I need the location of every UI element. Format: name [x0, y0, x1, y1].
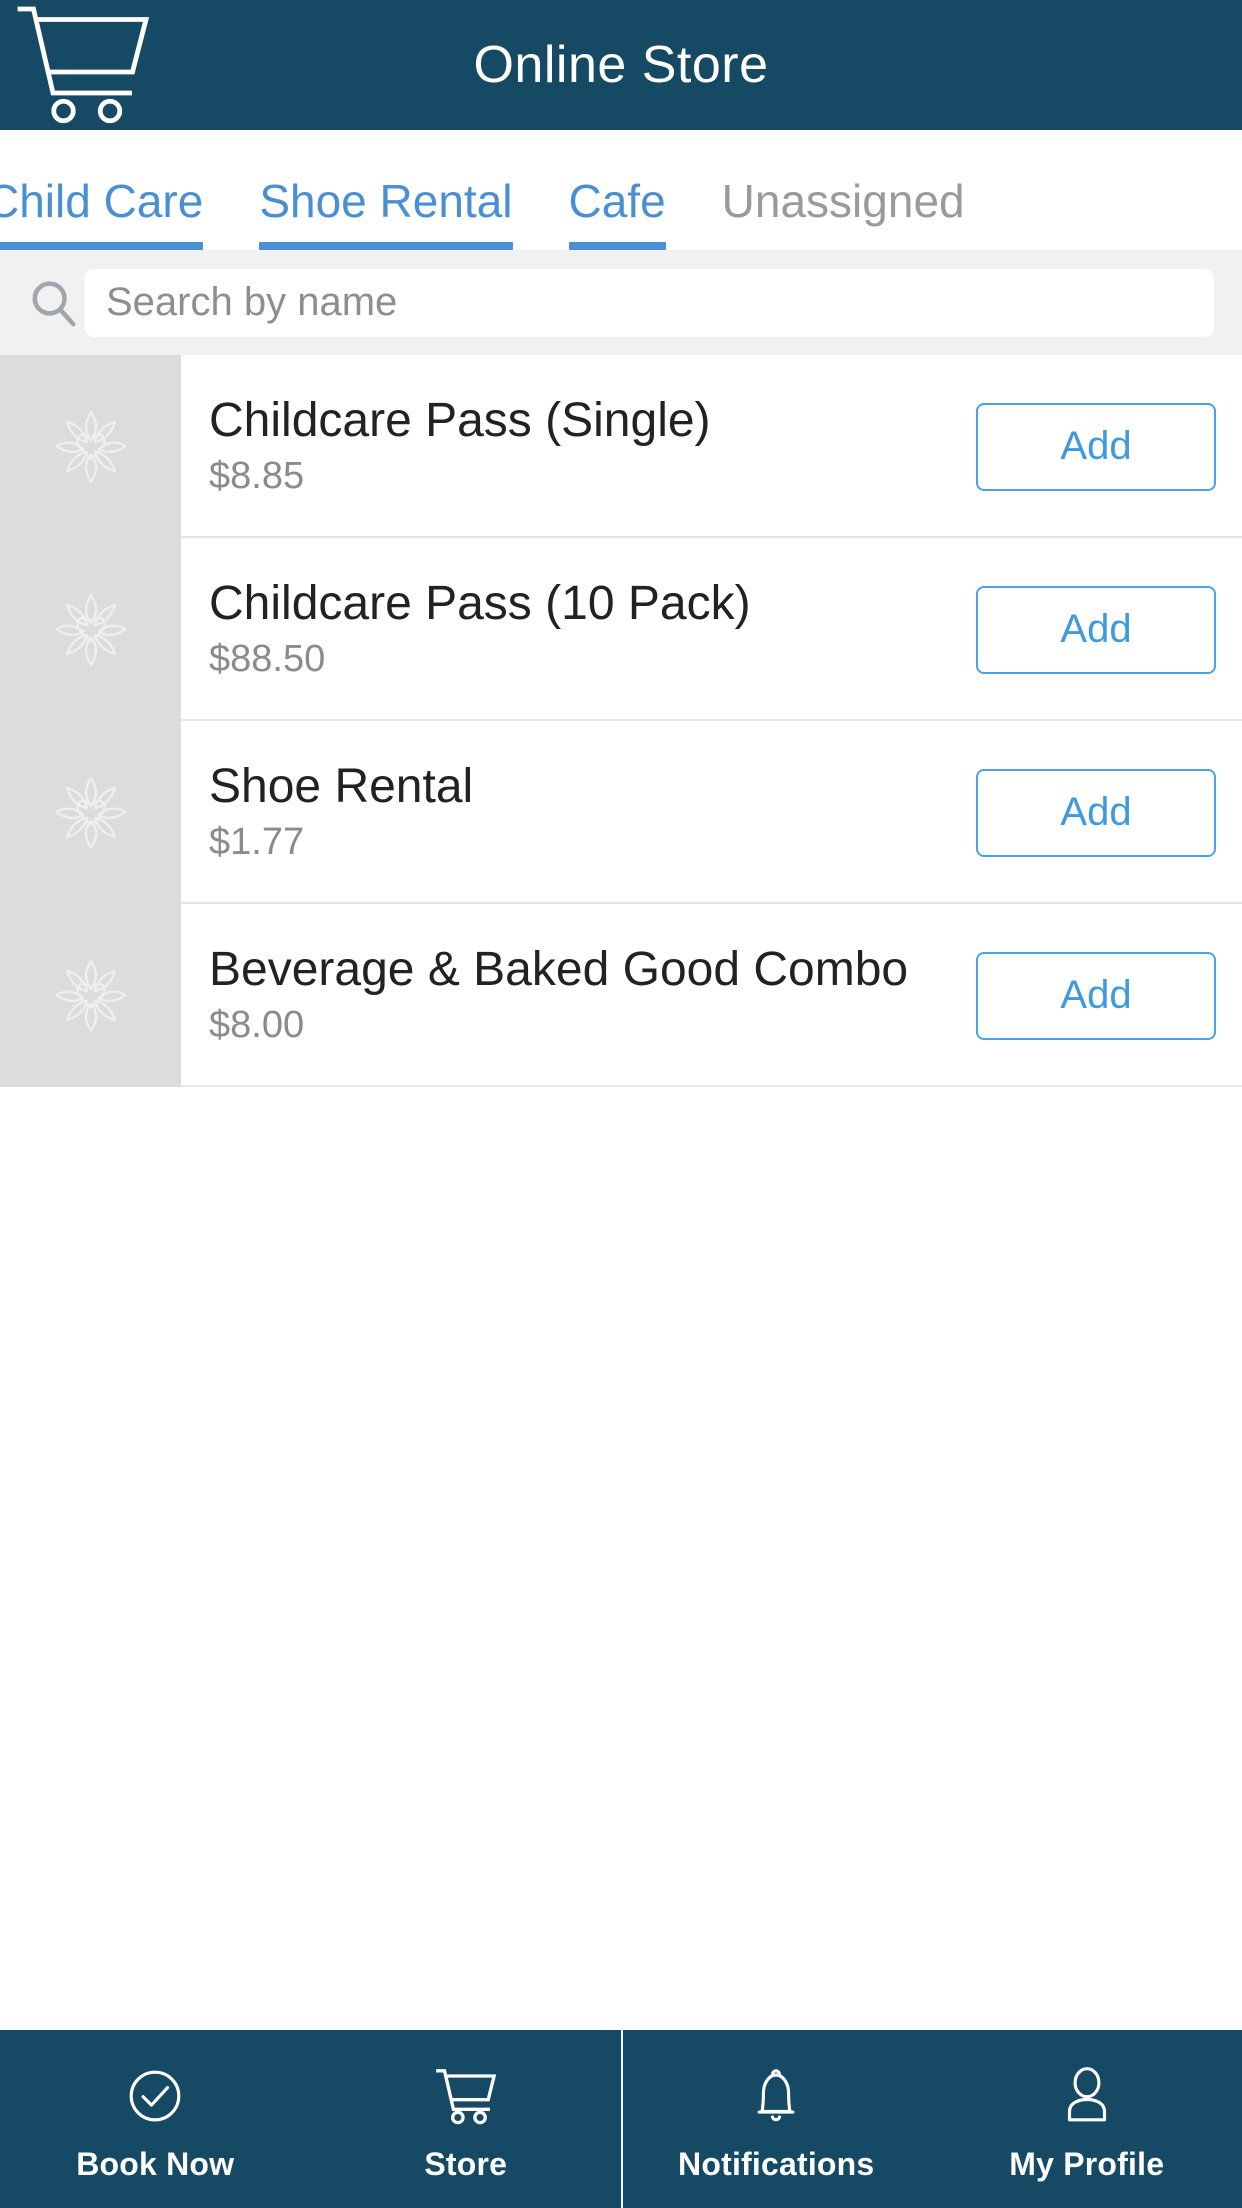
nav-label: Store [424, 2146, 508, 2182]
product-price: $88.50 [209, 637, 326, 680]
tab-strip: Child Care Shoe Rental Cafe Unassigned [0, 130, 993, 250]
bottom-navigation: Book Now Store Notifications My Profile [0, 2030, 1242, 2208]
product-row-body: Shoe Rental $1.77 Add [181, 721, 1242, 904]
product-name: Shoe Rental [209, 762, 474, 813]
search-bar [0, 250, 1242, 355]
app-header: Online Store [0, 0, 1242, 130]
person-icon [1052, 2058, 1122, 2134]
check-circle-icon [120, 2058, 190, 2134]
tab-label: Shoe Rental [259, 175, 513, 227]
shopping-cart-icon [429, 2058, 503, 2134]
flower-heart-placeholder-icon [54, 959, 127, 1032]
table-row[interactable]: Childcare Pass (Single) $8.85 Add [0, 355, 1242, 538]
product-info: Beverage & Baked Good Combo $8.00 [209, 945, 956, 1045]
product-info: Shoe Rental $1.77 [209, 762, 956, 862]
product-thumbnail [0, 538, 181, 721]
table-row[interactable]: Shoe Rental $1.77 Add [0, 721, 1242, 904]
nav-item-notifications[interactable]: Notifications [621, 2030, 932, 2208]
product-price: $1.77 [209, 820, 305, 863]
product-price: $8.85 [209, 454, 305, 497]
product-row-body: Childcare Pass (Single) $8.85 Add [181, 355, 1242, 538]
nav-label: Notifications [678, 2146, 875, 2182]
nav-item-store[interactable]: Store [311, 2030, 622, 2208]
tab-unassigned[interactable]: Unassigned [694, 130, 993, 250]
tab-label: Child Care [0, 175, 204, 227]
add-button[interactable]: Add [976, 768, 1216, 857]
product-info: Childcare Pass (10 Pack) $88.50 [209, 579, 956, 679]
product-price: $8.00 [209, 1003, 305, 1046]
flower-heart-placeholder-icon [54, 593, 127, 666]
product-row-body: Childcare Pass (10 Pack) $88.50 Add [181, 538, 1242, 721]
tab-shoe-rental[interactable]: Shoe Rental [231, 130, 540, 250]
empty-space [0, 1558, 1242, 2030]
nav-label: Book Now [76, 2146, 235, 2182]
product-name: Childcare Pass (10 Pack) [209, 579, 751, 630]
flower-heart-placeholder-icon [54, 410, 127, 483]
table-row[interactable]: Beverage & Baked Good Combo $8.00 Add [0, 904, 1242, 1087]
app-screen: Online Store Child Care Shoe Rental Cafe… [0, 0, 1242, 2208]
search-input[interactable] [84, 268, 1214, 337]
page-title: Online Store [473, 36, 769, 94]
tab-label: Cafe [568, 175, 666, 227]
tab-cafe[interactable]: Cafe [541, 130, 694, 250]
product-row-body: Beverage & Baked Good Combo $8.00 Add [181, 904, 1242, 1087]
nav-item-my-profile[interactable]: My Profile [932, 2030, 1242, 2208]
flower-heart-placeholder-icon [54, 776, 127, 849]
tab-underline [0, 242, 204, 250]
tab-underline [568, 242, 666, 250]
nav-label: My Profile [1009, 2146, 1165, 2182]
nav-item-book-now[interactable]: Book Now [0, 2030, 311, 2208]
product-name: Beverage & Baked Good Combo [209, 945, 909, 996]
table-row[interactable]: Childcare Pass (10 Pack) $88.50 Add [0, 538, 1242, 721]
product-thumbnail [0, 904, 181, 1087]
search-icon [22, 272, 84, 334]
category-tabs[interactable]: Child Care Shoe Rental Cafe Unassigned [0, 130, 1242, 250]
shopping-cart-icon[interactable] [14, 0, 164, 130]
product-thumbnail [0, 721, 181, 904]
product-info: Childcare Pass (Single) $8.85 [209, 396, 956, 496]
tab-underline [259, 242, 513, 250]
add-button[interactable]: Add [976, 585, 1216, 674]
add-button[interactable]: Add [976, 951, 1216, 1040]
tab-child-care[interactable]: Child Care [0, 130, 231, 250]
tab-underline [722, 242, 965, 250]
product-name: Childcare Pass (Single) [209, 396, 711, 447]
tab-label: Unassigned [721, 175, 965, 227]
bell-icon [741, 2058, 811, 2134]
product-list: Childcare Pass (Single) $8.85 Add Childc… [0, 355, 1242, 1559]
add-button[interactable]: Add [976, 402, 1216, 491]
product-thumbnail [0, 355, 181, 538]
